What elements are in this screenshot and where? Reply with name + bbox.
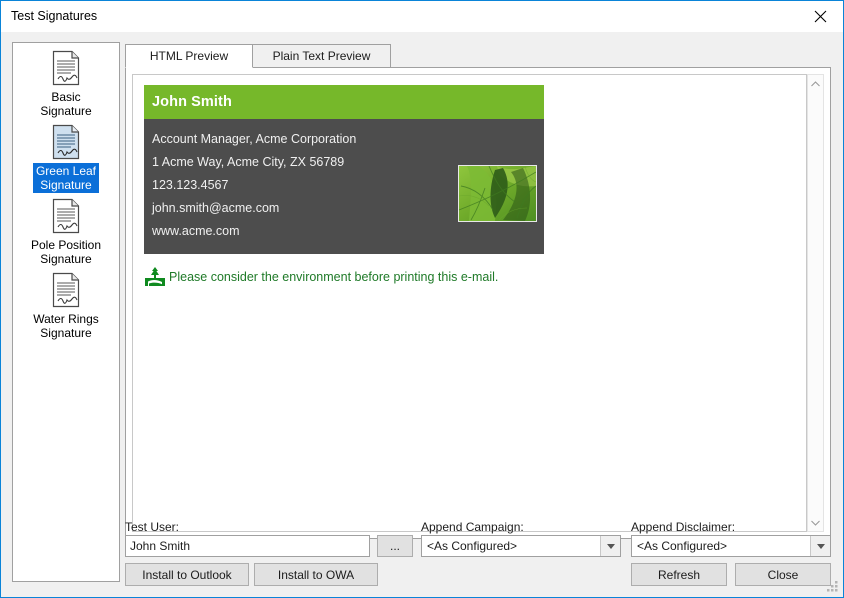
eco-notice-text: Please consider the environment before p… [169, 270, 499, 284]
preview-vertical-scrollbar[interactable] [807, 74, 824, 532]
test-user-value: John Smith [130, 539, 191, 553]
install-owa-label: Install to OWA [277, 567, 355, 582]
append-disclaimer-value: <As Configured> [637, 539, 728, 553]
window-title: Test Signatures [11, 9, 98, 23]
chevron-up-glyph [811, 80, 820, 86]
tab-label: HTML Preview [149, 49, 229, 63]
sidebar-item-water-rings-signature[interactable]: Water Rings Signature [13, 271, 119, 341]
chevron-up-icon[interactable] [808, 75, 823, 92]
refresh-button[interactable]: Refresh [631, 563, 727, 586]
append-disclaimer-label: Append Disclaimer: [631, 520, 736, 534]
sidebar-item-green-leaf-signature[interactable]: Green Leaf Signature [13, 123, 119, 193]
sidebar-item-label: Pole Position Signature [30, 238, 102, 266]
signature-line-website: www.acme.com [152, 224, 240, 238]
chevron-down-icon[interactable] [810, 536, 830, 556]
title-bar: Test Signatures [1, 1, 843, 32]
chevron-down-icon[interactable] [808, 514, 823, 531]
browse-label: ... [389, 539, 400, 553]
chevron-down-glyph [811, 520, 820, 526]
document-signature-icon [52, 124, 80, 160]
preview-tabstrip: HTML Preview Plain Text Preview [125, 44, 831, 68]
green-leaf-photo [458, 165, 537, 222]
test-user-input[interactable]: John Smith [125, 535, 370, 557]
eco-notice: Please consider the environment before p… [144, 267, 498, 287]
signature-list[interactable]: Basic Signature Green Leaf Signature Pol… [12, 42, 120, 582]
leaf-image-graphic [459, 166, 536, 221]
signature-line-title: Account Manager, Acme Corporation [152, 132, 357, 146]
close-button[interactable]: Close [735, 563, 831, 586]
chevron-down-glyph [816, 543, 825, 549]
browse-test-user-button[interactable]: ... [377, 535, 413, 557]
document-signature-icon [52, 50, 80, 86]
append-campaign-value: <As Configured> [427, 539, 518, 553]
tab-plain-text-preview[interactable]: Plain Text Preview [252, 44, 391, 68]
tab-label: Plain Text Preview [272, 49, 371, 63]
sidebar-item-label: Basic Signature [40, 90, 92, 118]
test-signatures-window: Test Signatures Basic Signature Green Le… [0, 0, 844, 598]
preview-tab-page: John Smith Account Manager, Acme Corpora… [125, 67, 831, 539]
signature-card-body: Account Manager, Acme Corporation 1 Acme… [144, 119, 544, 254]
sidebar-item-label: Water Rings Signature [33, 312, 99, 340]
chevron-down-glyph [606, 543, 615, 549]
append-campaign-label: Append Campaign: [421, 520, 524, 534]
sidebar-item-pole-position-signature[interactable]: Pole Position Signature [13, 197, 119, 267]
close-icon[interactable] [798, 1, 843, 31]
resize-grip-icon[interactable] [827, 581, 840, 594]
sidebar-item-label: Green Leaf Signature [32, 163, 100, 193]
signature-card: John Smith Account Manager, Acme Corpora… [144, 85, 544, 254]
dialog-client-area: Basic Signature Green Leaf Signature Pol… [1, 32, 843, 597]
install-outlook-label: Install to Outlook [142, 567, 232, 582]
append-campaign-select[interactable]: <As Configured> [421, 535, 621, 557]
install-to-outlook-button[interactable]: Install to Outlook [125, 563, 249, 586]
append-disclaimer-select[interactable]: <As Configured> [631, 535, 831, 557]
sidebar-item-basic-signature[interactable]: Basic Signature [13, 49, 119, 119]
refresh-label: Refresh [657, 567, 701, 582]
test-user-label: Test User: [125, 520, 180, 534]
close-glyph [814, 10, 827, 22]
install-to-owa-button[interactable]: Install to OWA [254, 563, 378, 586]
signature-name: John Smith [152, 94, 232, 110]
signature-card-header: John Smith [144, 85, 544, 119]
close-label: Close [767, 567, 799, 582]
html-preview-pane[interactable]: John Smith Account Manager, Acme Corpora… [132, 74, 807, 532]
tab-html-preview[interactable]: HTML Preview [125, 44, 253, 68]
document-signature-icon [52, 198, 80, 234]
green-tree-icon [144, 267, 166, 287]
document-signature-icon [52, 272, 80, 308]
chevron-down-icon[interactable] [600, 536, 620, 556]
